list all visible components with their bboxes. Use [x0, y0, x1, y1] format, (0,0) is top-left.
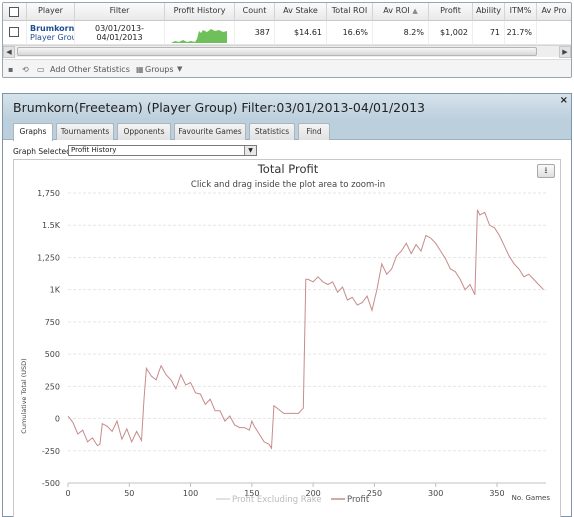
tab-bar: Graphs Tournaments Opponents Favourite G… — [3, 120, 571, 141]
graph-select-value: Profit History — [71, 146, 117, 154]
scroll-left-icon[interactable]: ◀ — [3, 46, 15, 58]
y-tick-label: 1.5K — [42, 221, 61, 230]
scroll-thumb[interactable] — [17, 47, 537, 56]
column-header-av-stake[interactable]: Av Stake — [275, 3, 327, 21]
filter-start: 03/01/2013- — [95, 24, 144, 33]
row-checkbox[interactable] — [9, 27, 19, 37]
results-grid-panel: Player Filter Profit History Count Av St… — [2, 2, 572, 78]
y-tick-label: -250 — [42, 447, 60, 456]
player-group-text: Player Grou — [30, 33, 75, 42]
x-tick-label: 300 — [428, 489, 443, 498]
av-roi-label: Av ROI — [383, 6, 410, 15]
window-title: Brumkorn(Freeteam) (Player Group) Filter… — [13, 100, 425, 115]
export-download-icon[interactable]: ⭳ — [537, 164, 555, 178]
chart-area[interactable]: Total Profit Click and drag inside the p… — [13, 159, 561, 517]
window-titlebar[interactable]: Brumkorn(Freeteam) (Player Group) Filter… — [3, 94, 571, 120]
close-icon[interactable]: × — [560, 95, 568, 106]
column-header-total-roi[interactable]: Total ROI — [327, 3, 373, 21]
player-name-link[interactable]: Brumkorn — [30, 24, 74, 33]
chart-title: Total Profit — [257, 162, 319, 176]
graph-select-dropdown[interactable]: Profit History ▼ — [68, 145, 257, 156]
ability-value: 71 — [473, 21, 505, 45]
y-tick-label: 750 — [45, 318, 60, 327]
select-all-column — [3, 3, 27, 21]
x-tick-label: 50 — [124, 489, 134, 498]
groups-dropdown-icon[interactable]: ▼ — [177, 64, 182, 75]
x-tick-label: 350 — [489, 489, 504, 498]
itm-value: 21.7% — [505, 21, 537, 45]
horizontal-scrollbar[interactable]: ◀ ▶ — [3, 45, 571, 58]
y-axis-label: Cumulative Total (USD) — [20, 358, 28, 433]
column-header-count[interactable]: Count — [235, 3, 275, 21]
count-value: 387 — [235, 21, 275, 45]
scroll-right-icon[interactable]: ▶ — [559, 46, 571, 58]
column-header-av-profit[interactable]: Av Pro — [537, 3, 571, 21]
grid-header: Player Filter Profit History Count Av St… — [3, 3, 571, 21]
profit-value: $1,002 — [429, 21, 473, 45]
groups-icon: ▦ — [136, 65, 144, 74]
graph-selector-row: Graph Selected: Profit History ▼ — [13, 145, 257, 156]
legend-item-profit-excluding-rake[interactable]: Profit Excluding Rake — [232, 495, 322, 505]
delete-icon[interactable]: ▪ — [8, 64, 13, 75]
y-tick-label: 0 — [55, 415, 60, 424]
grid-toolbar: ▪ ⟲ ▭ Add Other Statistics ▦ Groups ▼ — [3, 59, 571, 77]
y-tick-label: 500 — [45, 350, 60, 359]
y-tick-label: 1K — [50, 286, 61, 295]
av-stake-value: $14.61 — [275, 21, 327, 45]
x-axis-label: No. Games — [512, 494, 551, 502]
av-roi-value: 8.2% — [373, 21, 429, 45]
profit-series-line — [67, 209, 544, 450]
statistics-icon: ▭ — [37, 65, 45, 74]
tab-opponents[interactable]: Opponents — [117, 123, 171, 140]
column-header-profit-history[interactable]: Profit History — [165, 3, 235, 21]
groups-button[interactable]: Groups — [145, 64, 174, 75]
sort-ascending-icon: ▲ — [412, 7, 418, 15]
profit-history-sparkline — [165, 21, 235, 45]
column-header-profit[interactable]: Profit — [429, 3, 473, 21]
sparkline-area — [171, 29, 227, 43]
filter-end: 04/01/2013 — [96, 33, 143, 42]
tab-statistics[interactable]: Statistics — [249, 123, 295, 140]
tab-graphs[interactable]: Graphs — [13, 123, 53, 141]
refresh-icon[interactable]: ⟲ — [22, 64, 29, 75]
player-cell[interactable]: Brumkorn Player Grou — [27, 21, 75, 45]
y-tick-label: 1,750 — [37, 189, 60, 198]
table-row[interactable]: Brumkorn Player Grou 03/01/2013- 04/01/2… — [3, 21, 571, 45]
tab-tournaments[interactable]: Tournaments — [56, 123, 114, 140]
chevron-down-icon[interactable]: ▼ — [244, 146, 256, 155]
row-select-cell — [3, 21, 27, 45]
tab-favourite-games[interactable]: Favourite Games — [174, 123, 246, 140]
y-tick-label: 1,250 — [37, 253, 60, 262]
filter-cell: 03/01/2013- 04/01/2013 — [75, 21, 165, 45]
chart-subtitle: Click and drag inside the plot area to z… — [191, 180, 385, 190]
av-profit-value — [537, 21, 571, 45]
profit-chart[interactable]: Total Profit Click and drag inside the p… — [14, 160, 560, 517]
select-all-checkbox[interactable] — [9, 7, 19, 17]
add-other-statistics-button[interactable]: Add Other Statistics — [50, 64, 130, 75]
y-tick-label: -500 — [42, 479, 60, 488]
x-tick-label: 0 — [65, 489, 70, 498]
y-tick-label: 250 — [45, 382, 60, 391]
legend-item-profit[interactable]: Profit — [347, 495, 370, 505]
tab-find[interactable]: Find — [298, 123, 330, 140]
player-graph-window: Brumkorn(Freeteam) (Player Group) Filter… — [2, 93, 572, 517]
column-header-itm[interactable]: ITM% — [505, 3, 537, 21]
sparkline-chart — [171, 29, 227, 43]
column-header-av-roi[interactable]: Av ROI ▲ — [373, 3, 429, 21]
column-header-filter[interactable]: Filter — [75, 3, 165, 21]
x-tick-label: 100 — [183, 489, 198, 498]
column-header-player[interactable]: Player — [27, 3, 75, 21]
column-header-ability[interactable]: Ability — [473, 3, 505, 21]
total-roi-value: 16.6% — [327, 21, 373, 45]
graph-selected-label: Graph Selected: — [13, 147, 74, 156]
